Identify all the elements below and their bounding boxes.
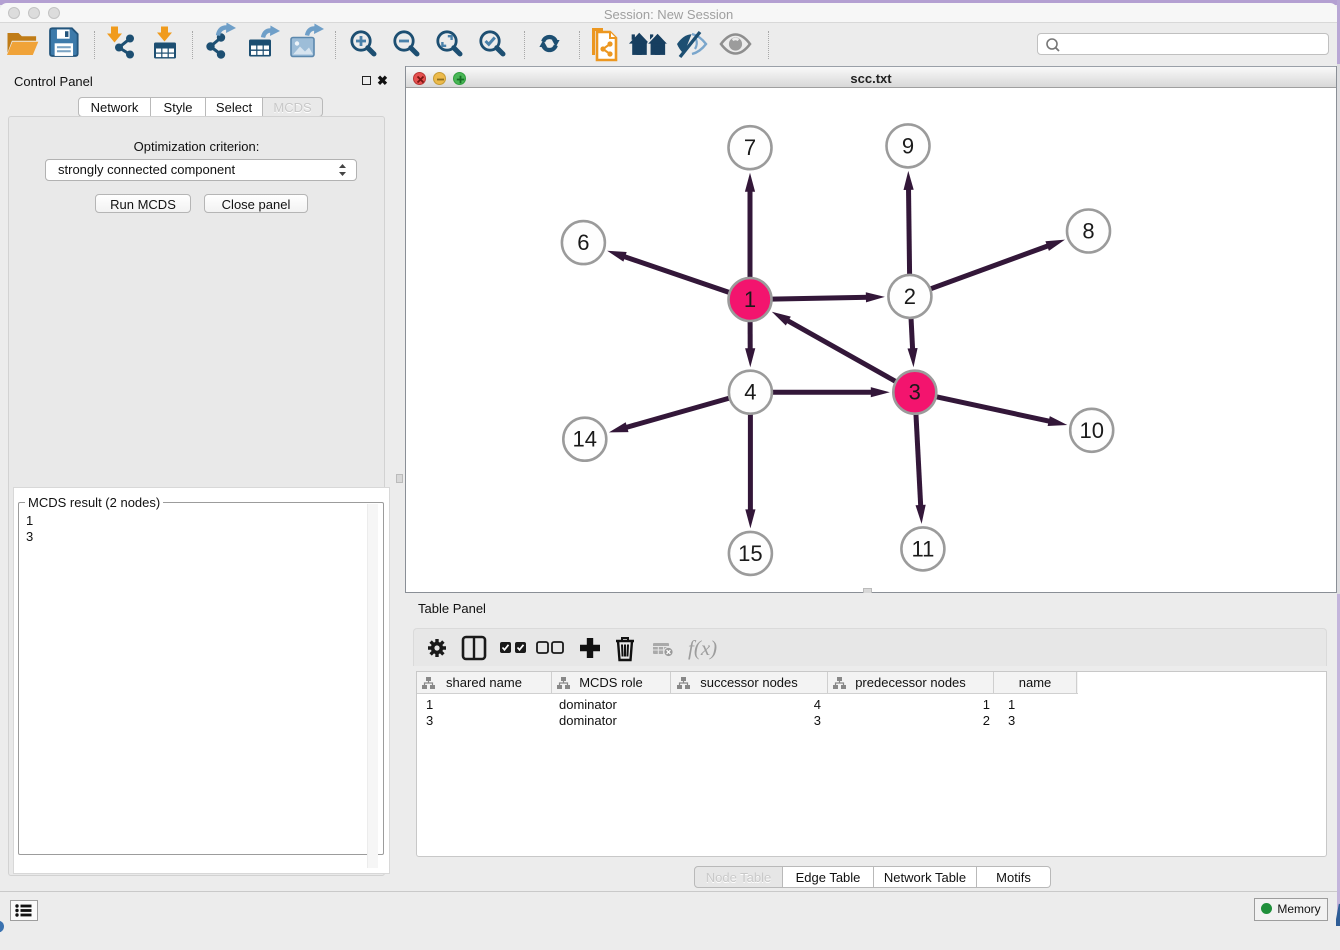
svg-text:f(x): f(x) [688,636,717,660]
svg-text:14: 14 [573,427,597,452]
svg-text:10: 10 [1079,418,1103,443]
svg-text:3: 3 [909,380,921,405]
svg-text:15: 15 [738,541,762,566]
svg-text:9: 9 [902,133,914,158]
svg-text:7: 7 [744,135,756,160]
svg-text:1: 1 [744,287,756,312]
svg-text:11: 11 [911,536,934,561]
svg-text:8: 8 [1082,219,1094,244]
svg-text:2: 2 [904,284,916,309]
svg-text:6: 6 [577,230,589,255]
svg-text:4: 4 [744,380,756,405]
